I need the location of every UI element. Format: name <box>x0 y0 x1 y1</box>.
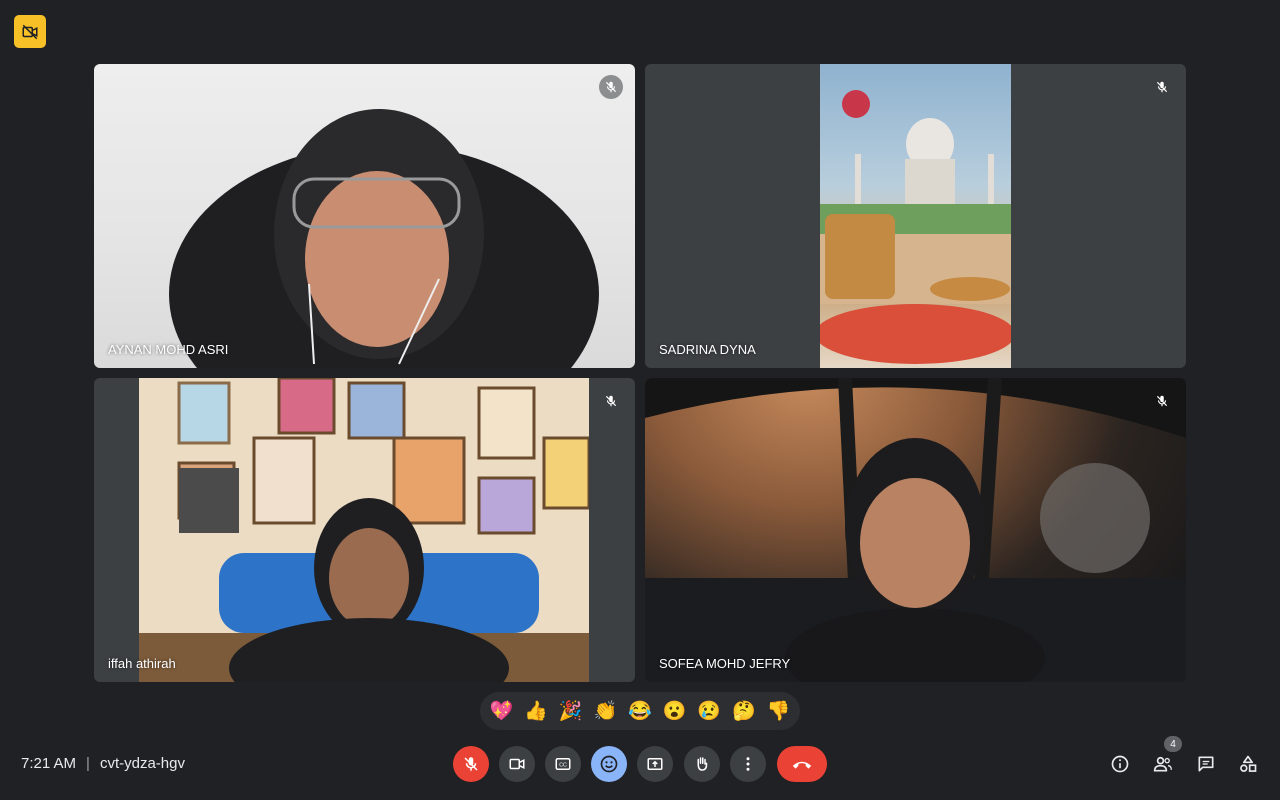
participant-video <box>169 109 599 368</box>
camera-icon <box>509 758 525 770</box>
emoji-button[interactable] <box>591 746 627 782</box>
participant-name: SOFEA MOHD JEFRY <box>659 656 791 671</box>
info-icon <box>1111 755 1129 773</box>
hand-icon <box>697 757 708 771</box>
participant-video <box>139 378 589 682</box>
background-scene <box>139 378 589 682</box>
participant-tile[interactable]: iffah athirah <box>94 378 635 682</box>
camera-toggle-button[interactable] <box>499 746 535 782</box>
mic-off-icon <box>1156 81 1168 93</box>
reaction-clap[interactable]: 👏 <box>593 702 617 721</box>
more-options-button[interactable] <box>730 746 766 782</box>
activities-button[interactable] <box>1236 752 1260 776</box>
raise-hand-button[interactable] <box>684 746 720 782</box>
participant-tile[interactable]: SOFEA MOHD JEFRY <box>645 378 1186 682</box>
reaction-laugh[interactable]: 😂 <box>628 702 652 721</box>
meeting-details-button[interactable] <box>1108 752 1132 776</box>
mic-off-icon <box>605 395 617 407</box>
reaction-heart[interactable]: 💖 <box>489 702 513 721</box>
muted-indicator <box>599 389 623 413</box>
emoji-icon <box>600 755 618 773</box>
background-scene <box>820 90 1011 364</box>
video-off-icon <box>22 24 38 39</box>
chat-icon <box>1198 756 1214 772</box>
muted-indicator <box>1150 389 1174 413</box>
meeting-info: 7:21 AM | cvt-ydza-hgv <box>21 755 185 772</box>
participant-name: iffah athirah <box>108 656 176 671</box>
hang-up-icon <box>792 761 812 769</box>
reaction-thumbs-down[interactable]: 👎 <box>767 702 791 721</box>
participant-video <box>645 378 1186 682</box>
chat-button[interactable] <box>1194 752 1218 776</box>
present-button[interactable] <box>637 746 673 782</box>
meeting-code: cvt-ydza-hgv <box>99 755 185 772</box>
more-vert-icon <box>746 757 750 771</box>
participant-name: AYNAN MOHD ASRI <box>108 342 229 357</box>
present-icon <box>647 758 663 770</box>
people-icon <box>1153 756 1172 772</box>
video-off-badge[interactable] <box>14 15 46 48</box>
leave-call-button[interactable] <box>777 746 827 782</box>
reaction-sad[interactable]: 😢 <box>697 702 721 721</box>
reactions-bar: 💖 👍 🎉 👏 😂 😮 😢 🤔 👎 <box>480 692 800 730</box>
activities-icon <box>1240 755 1257 772</box>
mic-toggle-button[interactable] <box>453 746 489 782</box>
muted-indicator <box>1150 75 1174 99</box>
reaction-party[interactable]: 🎉 <box>559 702 583 721</box>
reaction-thumbs-up[interactable]: 👍 <box>524 702 548 721</box>
people-count-badge: 4 <box>1164 736 1182 752</box>
svg-text:CC: CC <box>559 763 567 769</box>
participant-name: SADRINA DYNA <box>659 342 756 357</box>
meeting-separator: | <box>86 755 90 772</box>
meeting-time: 7:21 AM <box>21 755 77 772</box>
participant-tile[interactable]: SADRINA DYNA <box>645 64 1186 368</box>
muted-indicator <box>599 75 623 99</box>
mic-off-icon <box>464 757 478 771</box>
participant-video <box>820 64 1011 368</box>
mic-off-icon <box>605 81 617 93</box>
captions-button[interactable]: CC <box>545 746 581 782</box>
reaction-surprised[interactable]: 😮 <box>663 702 687 721</box>
mic-off-icon <box>1156 395 1168 407</box>
captions-icon: CC <box>555 758 571 770</box>
people-button[interactable] <box>1151 752 1175 776</box>
reaction-thinking[interactable]: 🤔 <box>732 702 756 721</box>
participant-tile[interactable]: AYNAN MOHD ASRI <box>94 64 635 368</box>
